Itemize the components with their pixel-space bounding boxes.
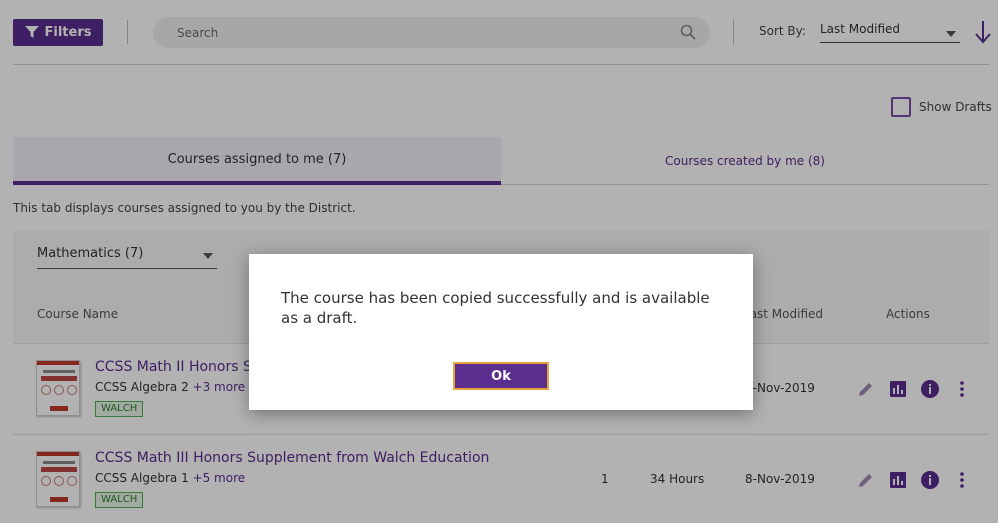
ok-button[interactable]: Ok xyxy=(453,362,549,390)
dialog-message: The course has been copied successfully … xyxy=(281,289,710,327)
copy-success-dialog: The course has been copied successfully … xyxy=(249,254,753,410)
